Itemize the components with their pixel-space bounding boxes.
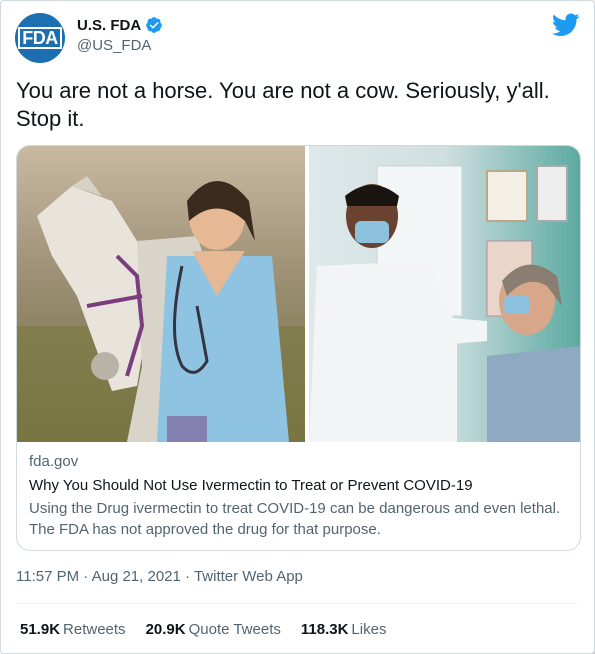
meta-separator: · <box>83 568 92 585</box>
likes-count: 118.3K <box>300 621 349 638</box>
retweets-label: Retweets <box>63 621 126 638</box>
quote-tweets-label: Quote Tweets <box>188 621 281 638</box>
tweet-source[interactable]: Twitter Web App <box>194 568 303 585</box>
tweet-stats: 51.9K Retweets 20.9K Quote Tweets 118.3K Li… <box>20 621 386 638</box>
twitter-bird-icon[interactable] <box>552 13 580 37</box>
card-domain: fda.gov <box>29 453 79 470</box>
meta-separator: · <box>185 568 194 585</box>
quote-tweets-stat[interactable]: 20.9K Quote Tweets <box>146 621 281 638</box>
avatar-logo-text: FDA <box>18 27 62 49</box>
link-card[interactable]: fda.gov Why You Should Not Use Ivermecti… <box>16 145 581 551</box>
likes-stat[interactable]: 118.3K Likes <box>301 621 387 638</box>
retweets-count: 51.9K <box>20 621 61 638</box>
card-description: Using the Drug ivermectin to treat COVID… <box>29 500 561 538</box>
tweet-date[interactable]: Aug 21, 2021 <box>92 568 181 585</box>
tweet-text: You are not a horse. You are not a cow. … <box>16 78 550 131</box>
tweet-meta: 11:57 PM · Aug 21, 2021 · Twitter Web Ap… <box>16 568 303 585</box>
card-title[interactable]: Why You Should Not Use Ivermectin to Tre… <box>29 477 568 494</box>
author-names: U.S. FDA @US_FDA <box>77 16 163 54</box>
verified-badge-icon <box>146 17 163 33</box>
tweet-container: FDA U.S. FDA @US_FDA You are not a horse… <box>0 0 595 654</box>
display-name-row: U.S. FDA <box>77 16 163 34</box>
display-name[interactable]: U.S. FDA <box>77 17 141 34</box>
tweet-time[interactable]: 11:57 PM <box>16 568 79 585</box>
quote-tweets-count: 20.9K <box>145 621 186 638</box>
divider <box>16 603 579 604</box>
retweets-stat[interactable]: 51.9K Retweets <box>20 621 126 638</box>
card-image[interactable] <box>17 146 581 442</box>
handle[interactable]: @US_FDA <box>77 37 163 54</box>
card-body: fda.gov Why You Should Not Use Ivermecti… <box>29 453 568 540</box>
tweet-header: FDA U.S. FDA @US_FDA <box>15 13 580 65</box>
avatar[interactable]: FDA <box>15 13 65 63</box>
likes-label: Likes <box>351 621 387 638</box>
